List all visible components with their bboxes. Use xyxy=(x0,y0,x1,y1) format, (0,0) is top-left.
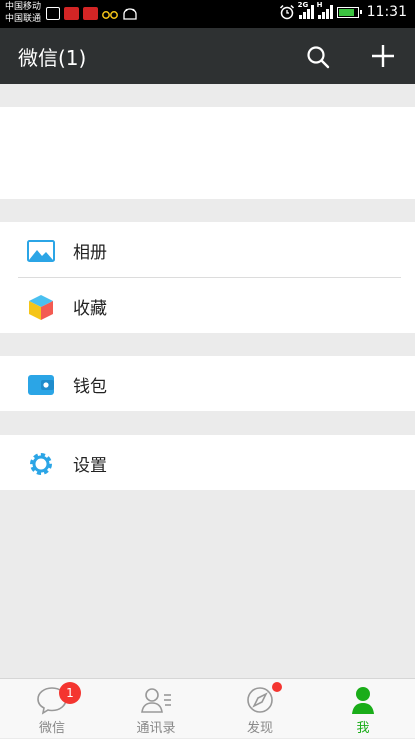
signal-2g-icon: 2G xyxy=(298,1,314,19)
image-notification-icon xyxy=(46,7,60,20)
person-icon xyxy=(352,687,374,714)
battery-icon xyxy=(336,6,362,18)
battery-fill xyxy=(338,8,354,16)
carrier-1: 中国移动 xyxy=(5,2,42,12)
network-h-label: H xyxy=(316,1,323,9)
tab-label: 发现 xyxy=(246,721,273,736)
app-header: 微信(1) xyxy=(0,28,415,84)
album-icon xyxy=(27,240,55,262)
app-notification-icon xyxy=(64,7,79,20)
app-notification-icon-2 xyxy=(83,7,98,20)
compass-icon xyxy=(247,687,273,713)
glasses-icon xyxy=(102,10,118,19)
menu-group-settings: 设置 xyxy=(0,435,415,490)
android-icon xyxy=(123,7,137,20)
album-row[interactable]: 相册 xyxy=(0,222,415,277)
tab-label: 我 xyxy=(356,721,370,736)
carrier-2: 中国联通 xyxy=(5,14,42,24)
bottom-tab-bar: 1 微信 通讯录 发现 我 xyxy=(0,678,415,738)
menu-group-media: 相册 收藏 xyxy=(0,222,415,333)
tab-discover[interactable]: 发现 xyxy=(208,679,312,739)
page-title: 微信(1) xyxy=(18,46,87,70)
favorites-cube-icon xyxy=(29,295,53,320)
tab-me[interactable]: 我 xyxy=(311,679,415,739)
tab-chats[interactable]: 1 微信 xyxy=(0,679,104,739)
carrier-info: 中国移动 中国联通 xyxy=(5,1,41,25)
wallet-label: 钱包 xyxy=(73,377,107,397)
clock: 11:31 xyxy=(366,4,407,20)
favorites-row[interactable]: 收藏 xyxy=(0,278,415,333)
wallet-row[interactable]: 钱包 xyxy=(0,356,415,411)
gear-icon xyxy=(30,453,52,475)
discover-new-dot xyxy=(272,682,282,692)
profile-card[interactable] xyxy=(0,107,415,199)
settings-row[interactable]: 设置 xyxy=(0,435,415,490)
system-indicators: 2G H 11:31 xyxy=(279,1,407,20)
menu-group-wallet: 钱包 xyxy=(0,356,415,411)
notification-icons xyxy=(46,7,138,20)
tab-label: 通讯录 xyxy=(136,721,176,736)
signal-h-icon: H xyxy=(317,1,333,19)
unread-badge: 1 xyxy=(59,682,81,704)
network-2g-label: 2G xyxy=(297,1,309,9)
alarm-icon xyxy=(279,4,294,20)
status-bar: 中国移动 中国联通 2G H 11:31 xyxy=(0,0,415,28)
search-icon[interactable] xyxy=(305,44,331,70)
plus-icon[interactable] xyxy=(370,43,396,69)
wallet-icon xyxy=(28,375,54,395)
album-label: 相册 xyxy=(73,243,107,263)
favorites-label: 收藏 xyxy=(73,299,107,319)
contacts-icon xyxy=(141,688,171,713)
tab-label: 微信 xyxy=(38,721,65,736)
tab-contacts[interactable]: 通讯录 xyxy=(104,679,208,739)
settings-label: 设置 xyxy=(73,456,107,476)
